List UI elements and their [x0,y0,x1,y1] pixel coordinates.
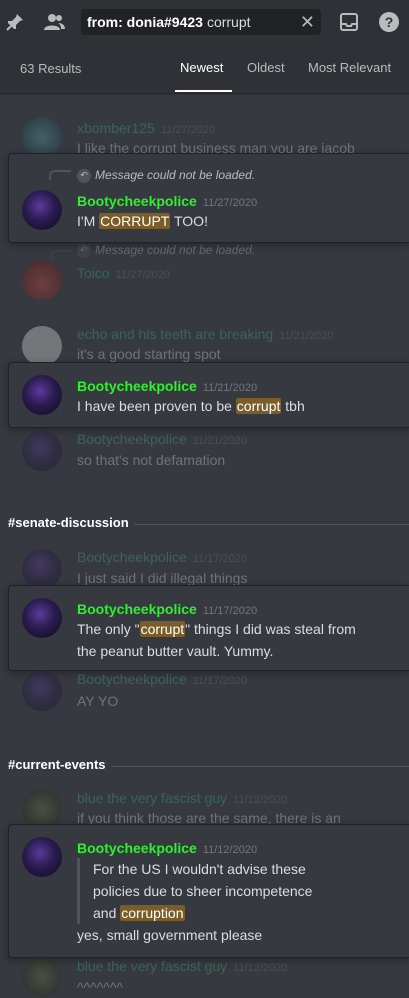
username: blue the very fascist guy [77,958,228,974]
timestamp: 11/27/2020 [202,197,258,209]
timestamp: 11/21/2020 [279,330,334,342]
reply-preview: ↶ Message could not be loaded. [77,168,255,183]
inbox-icon[interactable] [337,10,361,34]
search-from-token[interactable]: from: donia#9423 [87,14,203,30]
quote-line: policies due to sheer incompetence [93,883,313,899]
message-text: I just said I did illegal things [77,570,248,586]
search-results-list[interactable]: xbomber125 11/27/2020 I like the corrupt … [0,95,409,998]
message-text: I have been proven to be corrupt tbh [77,398,305,414]
channel-divider: #senate-discussion [0,515,409,535]
avatar[interactable] [22,837,62,877]
search-input[interactable]: from: donia#9423 corrupt ✕ [81,9,321,35]
avatar [22,671,62,711]
context-message: Bootycheekpolice 11/17/2020 AY YO [0,671,409,711]
pin-icon[interactable] [3,10,27,34]
avatar[interactable] [22,190,62,230]
context-message: echo and his teeth are breaking 11/21/202… [0,323,409,366]
username: blue the very fascist guy [77,790,228,806]
username[interactable]: Bootycheekpolice [77,601,197,617]
search-highlight: corrupt [235,398,282,414]
search-highlight: corruption [120,905,185,921]
search-highlight: corrupt [139,621,186,637]
quote-line: For the US I wouldn't advise these [93,861,306,877]
username[interactable]: Bootycheekpolice [77,193,197,209]
username: Bootycheekpolice [77,431,187,447]
username: Bootycheekpolice [77,671,187,687]
message-text: ^^^^^^^ [77,979,123,995]
avatar [22,431,62,471]
quote-line: and corruption [93,905,185,921]
avatar [22,789,62,829]
channel-name[interactable]: #current-events [8,757,111,772]
context-message: ↶ Message could not be loaded. Toico 11/27… [0,240,409,300]
results-count: 63 Results [20,61,82,76]
avatar[interactable] [22,375,62,415]
search-result-card[interactable]: ↶ Message could not be loaded. Bootycheek… [8,153,409,243]
username: xbomber125 [77,120,155,136]
timestamp: 11/21/2020 [202,382,258,394]
message-text: The only "corrupt" things I did was stea… [77,621,356,637]
results-header: 63 Results Newest Oldest Most Relevant [0,44,409,94]
search-result-card[interactable]: Bootycheekpolice 11/17/2020 The only "cor… [8,585,409,671]
timestamp: 11/12/2020 [233,962,288,974]
timestamp: 11/21/2020 [192,435,247,447]
help-icon[interactable]: ? [377,10,401,34]
sort-active-indicator [175,90,232,92]
message-text: yes, small government please [77,927,263,943]
avatar [22,549,62,589]
timestamp: 11/17/2020 [192,675,247,687]
message-text: so that's not defamation [77,452,226,468]
timestamp: 11/12/2020 [202,844,258,856]
context-message: Bootycheekpolice 11/21/2020 so that's not… [0,429,409,471]
sort-tab-newest[interactable]: Newest [180,60,223,75]
sort-tab-oldest[interactable]: Oldest [247,60,285,75]
sort-tab-most-relevant[interactable]: Most Relevant [308,60,391,75]
context-message: Bootycheekpolice 11/17/2020 I just said I… [0,547,409,589]
search-result-card[interactable]: Bootycheekpolice 11/21/2020 I have been p… [8,362,409,428]
reply-icon: ↶ [77,168,91,183]
message-text: AY YO [77,693,119,709]
timestamp: 11/17/2020 [192,553,247,565]
top-bar: from: donia#9423 corrupt ✕ ? [0,0,409,44]
search-highlight: CORRUPT [99,213,171,229]
message-text-line2: the peanut butter vault. Yummy. [77,643,274,659]
members-icon[interactable] [43,10,67,34]
avatar [22,260,62,300]
username[interactable]: Bootycheekpolice [77,378,197,394]
message-text: I'M CORRUPT TOO! [77,213,208,229]
username: echo and his teeth are breaking [77,326,274,342]
message-text: it's a good starting spot [77,346,221,362]
channel-divider: #current-events [0,757,409,777]
avatar[interactable] [22,598,62,638]
close-icon[interactable]: ✕ [300,12,315,32]
timestamp: 11/17/2020 [202,605,258,617]
reply-icon: ↶ [77,243,91,258]
search-query[interactable]: corrupt [207,14,251,30]
username[interactable]: Bootycheekpolice [77,840,197,856]
avatar [22,957,62,997]
timestamp: 11/27/2020 [115,269,170,281]
quote-block: For the US I wouldn't advise these polic… [77,858,312,924]
avatar [22,117,62,157]
username: Bootycheekpolice [77,549,187,565]
timestamp: 11/27/2020 [160,124,216,136]
context-message: blue the very fascist guy 11/12/2020 ^^^^… [0,957,409,997]
context-message: blue the very fascist guy 11/12/2020 if y… [0,787,409,829]
context-message: xbomber125 11/27/2020 I like the corrupt … [0,117,409,157]
svg-text:?: ? [385,14,394,30]
channel-name[interactable]: #senate-discussion [8,515,134,530]
username: Toico [77,265,110,281]
search-result-card[interactable]: Bootycheekpolice 11/12/2020 For the US I … [8,824,409,958]
timestamp: 11/12/2020 [233,794,288,806]
avatar [22,326,62,366]
